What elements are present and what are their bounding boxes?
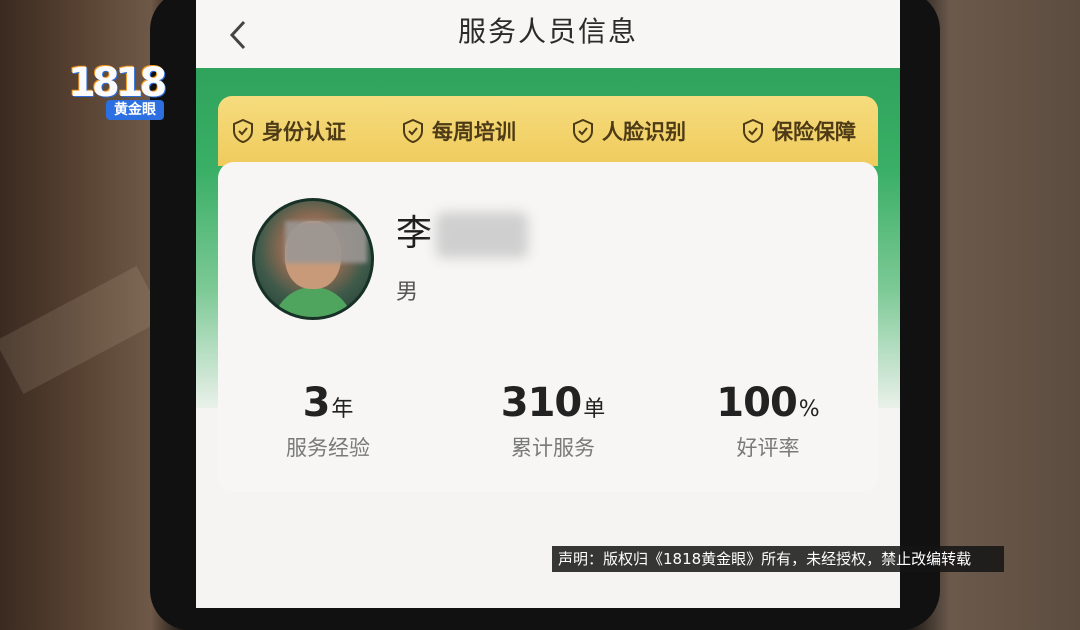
badge-label: 每周培训: [432, 120, 516, 144]
stat-unit: %: [798, 397, 820, 422]
top-bar: 服务人员信息: [196, 0, 900, 68]
badge-label: 保险保障: [772, 120, 856, 144]
stat-unit: 年: [331, 397, 354, 422]
stat-label: 累计服务: [511, 436, 595, 460]
stat-positive-rate: 100% 好评率: [678, 380, 858, 462]
badge-insurance: 保险保障: [742, 114, 856, 148]
badge-weekly-training: 每周培训: [402, 114, 516, 148]
worker-gender: 男: [396, 280, 419, 305]
stat-label: 好评率: [736, 436, 800, 460]
background-floor: [0, 265, 165, 395]
stat-unit: 单: [583, 397, 606, 422]
certification-bar: 身份认证 每周培训 人脸识别 保险保障: [218, 96, 878, 166]
avatar: [252, 198, 374, 320]
stat-label: 服务经验: [286, 436, 370, 460]
shield-check-icon: [403, 119, 423, 143]
shield-check-icon: [743, 119, 763, 143]
badge-label: 身份认证: [262, 120, 346, 144]
logo-text: 黄金眼: [106, 100, 164, 120]
stat-experience: 3年 服务经验: [238, 380, 418, 462]
stat-total-orders: 310单 累计服务: [463, 380, 643, 462]
badge-id-verified: 身份认证: [232, 114, 346, 148]
worker-profile-card: 李 男 3年 服务经验 310单 累计服务 100% 好评率: [218, 162, 878, 492]
stat-value: 310: [500, 380, 582, 426]
stat-value: 3: [302, 380, 331, 426]
worker-name: 李: [396, 213, 433, 254]
shield-check-icon: [573, 119, 593, 143]
name-privacy-blur: [436, 212, 528, 258]
page-title: 服务人员信息: [457, 15, 638, 48]
badge-face-recognition: 人脸识别: [572, 114, 686, 148]
badge-label: 人脸识别: [602, 120, 686, 144]
channel-logo: 1818 黄金眼: [64, 60, 168, 128]
copyright-disclaimer: 声明：版权归《1818黄金眼》所有，未经授权，禁止改编转载: [552, 546, 1004, 572]
stat-value: 100: [716, 380, 797, 426]
shield-check-icon: [233, 119, 253, 143]
privacy-blur: [285, 221, 367, 263]
phone-screen: 服务人员信息 身份认证 每周培训 人脸识别 保险保障 李 男 3年 服务经验 3…: [196, 0, 900, 608]
